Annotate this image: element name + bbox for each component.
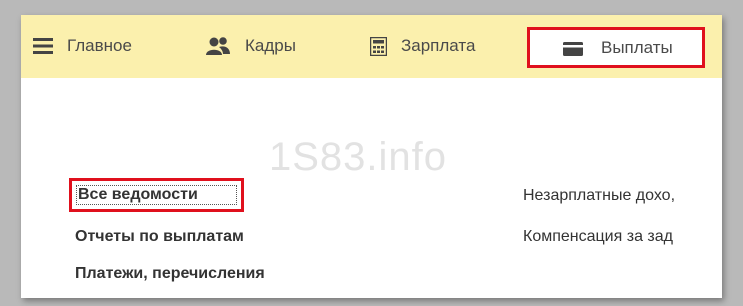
section-panel: Главное Кадры Зарплата Выплаты xyxy=(21,15,722,78)
hamburger-menu-icon xyxy=(33,37,53,55)
app-window: Главное Кадры Зарплата Выплаты 1S83.info… xyxy=(21,15,722,298)
nav-item-label: Главное xyxy=(67,36,132,55)
link-non-salary-income[interactable]: Незарплатные дохо, xyxy=(523,187,675,205)
calculator-icon xyxy=(370,36,387,56)
nav-item-payments[interactable]: Выплаты xyxy=(527,27,705,68)
nav-item-label: Кадры xyxy=(245,36,296,55)
nav-item-label: Зарплата xyxy=(401,36,476,55)
nav-item-main[interactable]: Главное xyxy=(33,34,132,58)
link-payment-reports[interactable]: Отчеты по выплатам xyxy=(75,228,244,246)
link-payments-transfers[interactable]: Платежи, перечисления xyxy=(75,265,265,283)
nav-item-staff[interactable]: Кадры xyxy=(205,34,296,58)
watermark: 1S83.info xyxy=(269,135,448,179)
nav-item-salary[interactable]: Зарплата xyxy=(370,34,475,58)
nav-item-label: Выплаты xyxy=(601,38,673,57)
wallet-icon xyxy=(563,42,583,61)
link-all-statements[interactable]: Все ведомости xyxy=(78,186,198,204)
users-icon xyxy=(205,36,231,56)
link-compensation[interactable]: Компенсация за зад xyxy=(523,228,673,246)
